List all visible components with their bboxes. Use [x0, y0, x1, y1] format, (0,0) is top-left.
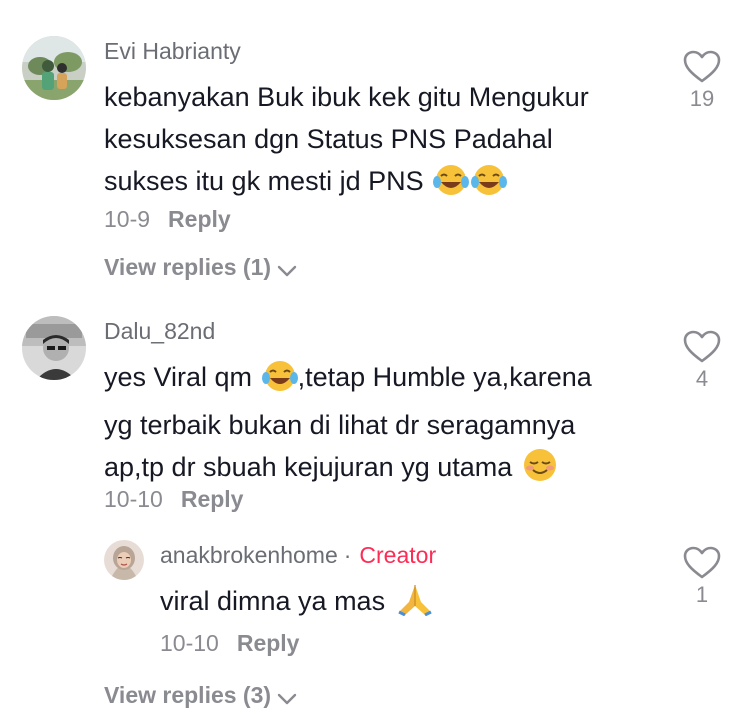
comment-text: yes Viral qm ,tetap Humble ya,karena yg …: [104, 356, 592, 494]
face-with-tears-of-joy-emoji: [471, 164, 508, 208]
comment-text: kebanyakan Buk ibuk kek gitu Mengukur ke…: [104, 76, 589, 208]
comment-text-line: yg terbaik bukan di lihat dr seragamnya: [104, 410, 576, 440]
comment-date: 10-10: [104, 486, 163, 512]
like-button[interactable]: 1: [672, 546, 732, 608]
separator-dot: ·: [343, 542, 352, 568]
comment-meta: 10-10 Reply: [104, 486, 243, 513]
reply-username[interactable]: anakbrokenhome: [160, 542, 338, 568]
comment-text-line: kebanyakan Buk ibuk kek gitu Mengukur: [104, 82, 589, 112]
comment-username[interactable]: Dalu_82nd: [104, 318, 215, 345]
view-replies-label: View replies (3): [104, 682, 272, 708]
reply-text: viral dimna ya mas: [160, 580, 435, 628]
like-count: 1: [695, 582, 709, 607]
reply-button[interactable]: Reply: [237, 630, 300, 656]
reply-date: 10-10: [160, 630, 219, 656]
avatar[interactable]: [22, 316, 86, 380]
avatar[interactable]: [22, 36, 86, 100]
folded-hands-emoji: [395, 582, 435, 628]
like-button[interactable]: 4: [672, 330, 732, 392]
chevron-down-icon: [277, 693, 297, 705]
smiling-face-emoji: [522, 448, 558, 494]
comment-text-segment: ,tetap Humble ya,karena: [297, 362, 592, 392]
view-replies-label: View replies (1): [104, 254, 272, 280]
avatar[interactable]: [104, 540, 144, 580]
comment-text-line: ap,tp dr sbuah kejujuran yg utama: [104, 452, 513, 482]
like-count: 4: [695, 366, 709, 391]
comment-text-line: kesuksesan dgn Status PNS Padahal: [104, 124, 553, 154]
view-replies-button[interactable]: View replies (1): [104, 254, 297, 281]
face-with-tears-of-joy-emoji: [433, 164, 470, 208]
creator-badge: Creator: [359, 542, 437, 568]
reply-username-row: anakbrokenhome · Creator: [160, 542, 436, 569]
comment-date: 10-9: [104, 206, 151, 232]
heart-outline-icon[interactable]: [683, 546, 721, 580]
like-button[interactable]: 19: [672, 50, 732, 112]
reply-button[interactable]: Reply: [168, 206, 231, 232]
reply-button[interactable]: Reply: [181, 486, 244, 512]
comment-meta: 10-9 Reply: [104, 206, 231, 233]
face-with-tears-of-joy-emoji: [261, 360, 298, 404]
comment-text-segment: yes Viral qm: [104, 362, 253, 392]
like-count: 19: [689, 86, 715, 111]
comment-text-line: sukses itu gk mesti jd PNS: [104, 166, 424, 196]
view-replies-button[interactable]: View replies (3): [104, 682, 297, 709]
chevron-down-icon: [277, 265, 297, 277]
comment-username[interactable]: Evi Habrianty: [104, 38, 241, 65]
reply-meta: 10-10 Reply: [160, 630, 299, 657]
heart-outline-icon[interactable]: [683, 50, 721, 84]
heart-outline-icon[interactable]: [683, 330, 721, 364]
reply-text-line: viral dimna ya mas: [160, 586, 386, 616]
